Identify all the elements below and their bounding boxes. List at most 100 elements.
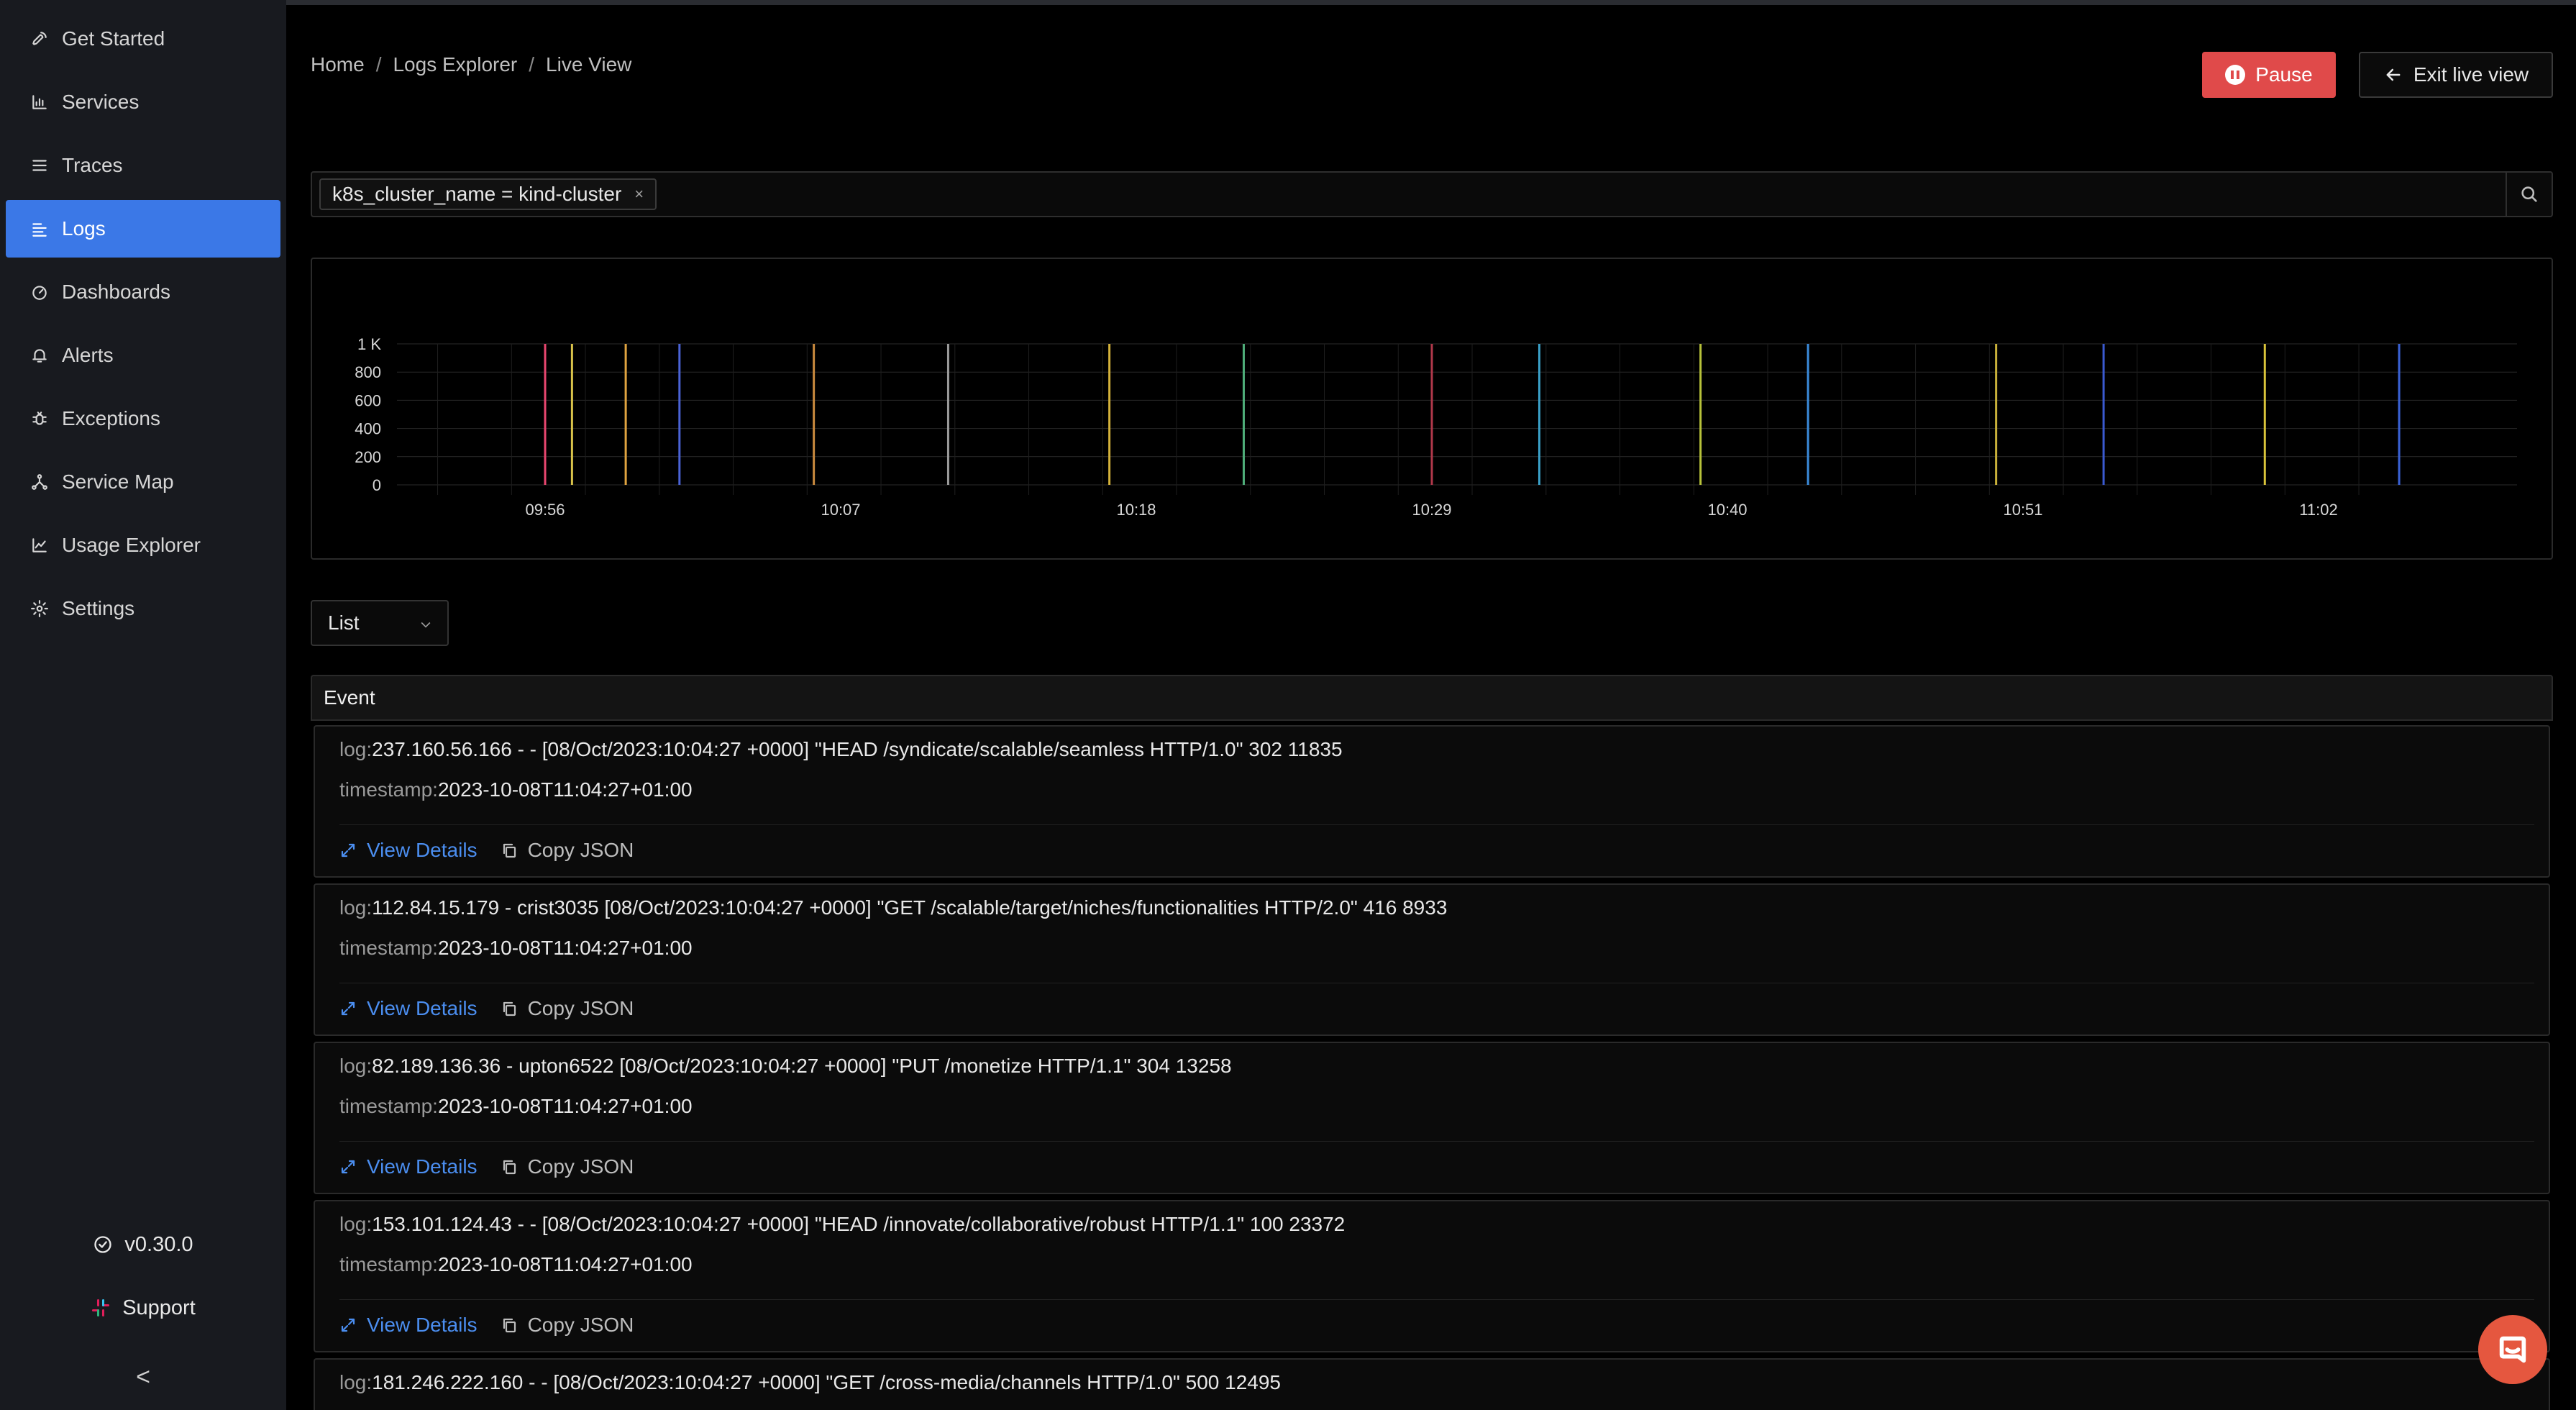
chat-icon bbox=[2496, 1333, 2529, 1366]
log-row[interactable]: log:112.84.15.179 - crist3035 [08/Oct/20… bbox=[314, 883, 2550, 1036]
sidebar-item-label: Alerts bbox=[62, 344, 114, 366]
bar-chart-icon bbox=[29, 91, 50, 113]
chart-bar bbox=[2102, 344, 2105, 485]
breadcrumb-logs-explorer[interactable]: Logs Explorer bbox=[393, 53, 517, 76]
breadcrumb-home[interactable]: Home bbox=[311, 53, 365, 76]
log-row[interactable]: log:181.246.222.160 - - [08/Oct/2023:10:… bbox=[314, 1358, 2550, 1410]
line-chart-icon bbox=[29, 535, 50, 556]
sidebar-item-label: Usage Explorer bbox=[62, 534, 201, 556]
row-divider bbox=[339, 1299, 2534, 1300]
sidebar-item-usage-explorer[interactable]: Usage Explorer bbox=[6, 517, 280, 574]
query-search-bar[interactable]: k8s_cluster_name = kind-cluster × bbox=[311, 171, 2553, 217]
timestamp-text: timestamp:2023-10-08T11:04:27+01:00 bbox=[339, 1253, 693, 1276]
timestamp-text: timestamp:2023-10-08T11:04:27+01:00 bbox=[339, 1095, 693, 1118]
network-icon bbox=[29, 471, 50, 493]
row-actions: View Details Copy JSON bbox=[339, 839, 657, 862]
timestamp-key: timestamp: bbox=[339, 1095, 438, 1117]
search-icon bbox=[2519, 184, 2539, 204]
sidebar-item-traces[interactable]: Traces bbox=[6, 137, 280, 194]
row-actions: View Details Copy JSON bbox=[339, 1155, 657, 1178]
row-divider bbox=[339, 1141, 2534, 1142]
search-button[interactable] bbox=[2506, 173, 2552, 216]
chart-bar bbox=[1699, 344, 1702, 485]
version-badge: v0.30.0 bbox=[0, 1229, 286, 1260]
log-value: 153.101.124.43 - - [08/Oct/2023:10:04:27… bbox=[372, 1213, 1346, 1235]
y-tick-label: 400 bbox=[355, 420, 381, 438]
view-details-button[interactable]: View Details bbox=[339, 1314, 478, 1337]
sidebar-item-label: Get Started bbox=[62, 27, 165, 50]
copy-json-label: Copy JSON bbox=[527, 1155, 634, 1178]
top-border bbox=[286, 0, 2576, 5]
chart-bar bbox=[1430, 344, 1433, 485]
copy-json-button[interactable]: Copy JSON bbox=[501, 1155, 634, 1178]
view-details-label: View Details bbox=[367, 1155, 478, 1178]
exit-live-view-label: Exit live view bbox=[2413, 63, 2529, 86]
row-actions: View Details Copy JSON bbox=[339, 997, 657, 1020]
sidebar-item-label: Dashboards bbox=[62, 281, 170, 303]
timestamp-text: timestamp:2023-10-08T11:04:27+01:00 bbox=[339, 937, 693, 960]
sidebar-item-label: Settings bbox=[62, 597, 135, 619]
copy-json-button[interactable]: Copy JSON bbox=[501, 839, 634, 862]
chart-svg: 1 K 800 600 400 200 0 09:56 10:07 10:18 10:29 10:4… bbox=[355, 335, 2517, 519]
view-details-label: View Details bbox=[367, 839, 478, 861]
view-details-button[interactable]: View Details bbox=[339, 839, 478, 862]
x-tick-label: 11:02 bbox=[2299, 501, 2337, 519]
sidebar-item-logs[interactable]: Logs bbox=[6, 200, 280, 258]
log-key: log: bbox=[339, 738, 373, 760]
log-value: 112.84.15.179 - crist3035 [08/Oct/2023:1… bbox=[372, 896, 1448, 919]
copy-icon bbox=[503, 1318, 516, 1333]
log-row[interactable]: log:153.101.124.43 - - [08/Oct/2023:10:0… bbox=[314, 1200, 2550, 1352]
view-details-button[interactable]: View Details bbox=[339, 1155, 478, 1178]
chart-bar bbox=[678, 344, 681, 485]
close-icon[interactable]: × bbox=[634, 185, 644, 204]
copy-icon bbox=[503, 843, 516, 858]
chart-bar bbox=[2398, 344, 2401, 485]
sidebar-item-get-started[interactable]: Get Started bbox=[6, 10, 280, 68]
filter-chip[interactable]: k8s_cluster_name = kind-cluster × bbox=[319, 178, 657, 210]
log-text: log:237.160.56.166 - - [08/Oct/2023:10:0… bbox=[339, 738, 1343, 761]
log-text: log:153.101.124.43 - - [08/Oct/2023:10:0… bbox=[339, 1213, 1345, 1236]
sidebar-item-label: Service Map bbox=[62, 470, 174, 493]
x-tick-label: 10:18 bbox=[1116, 501, 1156, 519]
chat-support-button[interactable] bbox=[2478, 1315, 2547, 1384]
event-column-label: Event bbox=[324, 686, 375, 709]
logs-histogram-chart: 1 K 800 600 400 200 0 09:56 10:07 10:18 10:29 10:4… bbox=[311, 258, 2553, 560]
log-text: log:112.84.15.179 - crist3035 [08/Oct/20… bbox=[339, 896, 1447, 919]
dashboard-icon bbox=[29, 281, 50, 303]
sidebar-item-exceptions[interactable]: Exceptions bbox=[6, 390, 280, 447]
log-row[interactable]: log:237.160.56.166 - - [08/Oct/2023:10:0… bbox=[314, 725, 2550, 878]
copy-json-button[interactable]: Copy JSON bbox=[501, 997, 634, 1020]
exit-live-view-button[interactable]: Exit live view bbox=[2359, 52, 2553, 98]
sidebar-item-dashboards[interactable]: Dashboards bbox=[6, 263, 280, 321]
copy-icon bbox=[503, 1160, 516, 1175]
support-label: Support bbox=[122, 1296, 196, 1319]
chart-bar bbox=[2263, 344, 2266, 485]
y-tick-label: 200 bbox=[355, 448, 381, 466]
copy-icon bbox=[503, 1001, 516, 1016]
sidebar-item-settings[interactable]: Settings bbox=[6, 580, 280, 637]
log-row[interactable]: log:82.189.136.36 - upton6522 [08/Oct/20… bbox=[314, 1042, 2550, 1194]
chart-bar bbox=[946, 344, 949, 485]
x-tick-label: 10:40 bbox=[1707, 501, 1747, 519]
logs-icon bbox=[29, 218, 50, 240]
sidebar-item-alerts[interactable]: Alerts bbox=[6, 327, 280, 384]
pause-button[interactable]: Pause bbox=[2202, 52, 2336, 98]
expand-icon bbox=[341, 1001, 355, 1016]
x-tick-label: 10:29 bbox=[1412, 501, 1451, 519]
y-tick-label: 0 bbox=[373, 476, 381, 494]
view-mode-select[interactable]: List bbox=[311, 600, 449, 646]
chart-bar bbox=[1242, 344, 1245, 485]
timestamp-value: 2023-10-08T11:04:27+01:00 bbox=[437, 778, 693, 801]
copy-json-button[interactable]: Copy JSON bbox=[501, 1314, 634, 1337]
view-details-button[interactable]: View Details bbox=[339, 997, 478, 1020]
log-value: 181.246.222.160 - - [08/Oct/2023:10:04:2… bbox=[372, 1371, 1281, 1393]
sidebar-item-services[interactable]: Services bbox=[6, 73, 280, 131]
sidebar: Get Started Services Traces Logs Dashboa… bbox=[0, 0, 286, 1410]
chevron-down-icon bbox=[421, 622, 431, 628]
support-link[interactable]: Support bbox=[0, 1292, 286, 1324]
arrow-left-icon bbox=[2383, 65, 2403, 85]
collapse-sidebar-button[interactable]: < bbox=[0, 1361, 286, 1393]
breadcrumb-separator: / bbox=[375, 53, 382, 76]
sidebar-item-service-map[interactable]: Service Map bbox=[6, 453, 280, 511]
timestamp-value: 2023-10-08T11:04:27+01:00 bbox=[437, 1095, 693, 1117]
